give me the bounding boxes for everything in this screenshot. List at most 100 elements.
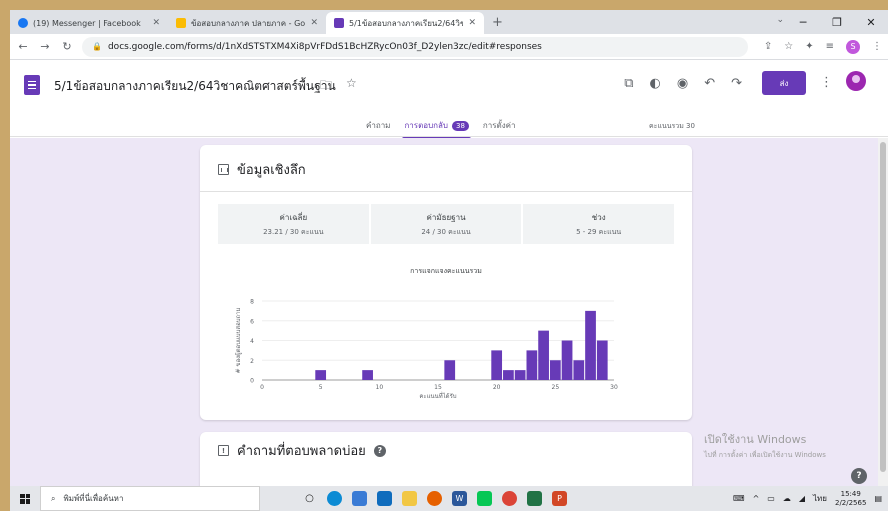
start-button[interactable] xyxy=(10,493,40,504)
tab-responses[interactable]: การตอบกลับ 38 xyxy=(402,119,472,140)
clock[interactable]: 15:49 2/2/2565 xyxy=(835,490,866,508)
chrome-icon[interactable] xyxy=(502,491,517,506)
share-icon[interactable]: ⇪ xyxy=(764,41,772,52)
question-icon: ! xyxy=(218,445,229,456)
browser-menu-icon[interactable]: ⋮ xyxy=(872,41,882,52)
close-window-icon[interactable]: ✕ xyxy=(854,16,888,29)
browser-toolbar: ← → ↻ 🔒 docs.google.com/forms/d/1nXdSTST… xyxy=(10,34,888,60)
taskbar-search[interactable]: ⌕ พิมพ์ที่นี่เพื่อค้นหา xyxy=(40,486,260,511)
x-axis-label: คะแนนที่ได้รับ xyxy=(419,392,456,400)
histogram-bar xyxy=(561,340,573,380)
language-indicator[interactable]: ไทย xyxy=(813,492,827,505)
undo-icon[interactable]: ↶ xyxy=(704,76,715,91)
google-forms-logo[interactable] xyxy=(24,75,40,95)
folder-icon[interactable]: 🗀 xyxy=(320,76,332,97)
addon-icon[interactable]: ⧉ xyxy=(624,76,633,91)
facebook-icon xyxy=(18,18,28,28)
tab-questions[interactable]: คำถาม xyxy=(366,119,390,132)
network-icon[interactable]: ☁ xyxy=(783,494,791,503)
help-icon[interactable]: ? xyxy=(373,444,386,457)
restore-icon[interactable]: ❐ xyxy=(820,16,854,29)
histogram-bar xyxy=(549,360,561,380)
close-tab-icon[interactable]: ✕ xyxy=(468,18,476,28)
powerpoint-icon[interactable]: P xyxy=(552,491,567,506)
browser-tab-messenger[interactable]: (19) Messenger | Facebook ✕ xyxy=(10,12,168,34)
star-icon[interactable]: ☆ xyxy=(346,76,357,97)
volume-icon[interactable]: ◢ xyxy=(799,494,805,503)
close-tab-icon[interactable]: ✕ xyxy=(152,18,160,28)
reload-icon[interactable]: ↻ xyxy=(60,40,74,53)
preview-eye-icon[interactable]: ◉ xyxy=(677,76,688,91)
histogram-bar xyxy=(503,370,514,380)
x-tick-label: 25 xyxy=(552,384,560,391)
line-icon[interactable] xyxy=(477,491,492,506)
x-tick-label: 15 xyxy=(434,384,442,391)
histogram-bar xyxy=(585,310,596,380)
edge-icon[interactable] xyxy=(327,491,342,506)
watermark-line2: ไปที่ การตั้งค่า เพื่อเปิดใช้งาน Windows xyxy=(704,451,826,459)
battery-icon[interactable]: ▭ xyxy=(767,494,775,503)
main-content: ข้อมูลเชิงลึก ค่าเฉลี่ย 23.21 / 30 คะแนน… xyxy=(10,138,888,502)
histogram-bar xyxy=(514,370,526,380)
back-icon[interactable]: ← xyxy=(16,40,30,53)
word-icon[interactable]: W xyxy=(452,491,467,506)
extensions-icon[interactable]: ✦ xyxy=(805,41,813,52)
redo-icon[interactable]: ↷ xyxy=(731,76,742,91)
address-bar[interactable]: 🔒 docs.google.com/forms/d/1nXdSTSTXM4Xi8… xyxy=(82,36,748,57)
forward-icon[interactable]: → xyxy=(38,40,52,53)
firefox-icon[interactable] xyxy=(427,491,442,506)
insights-title: ข้อมูลเชิงลึก xyxy=(237,163,306,178)
stat-value: 23.21 / 30 คะแนน xyxy=(263,227,324,236)
stat-mean: ค่าเฉลี่ย 23.21 / 30 คะแนน xyxy=(218,204,369,244)
chart-title: การแจกแจงคะแนนรวม xyxy=(410,267,482,275)
insights-card: ข้อมูลเชิงลึก ค่าเฉลี่ย 23.21 / 30 คะแนน… xyxy=(200,145,692,420)
minimize-icon[interactable]: ─ xyxy=(786,16,820,29)
time: 15:49 xyxy=(840,489,861,498)
histogram-bar xyxy=(573,360,585,380)
histogram-bar xyxy=(526,350,538,380)
form-tabs: คำถาม การตอบกลับ 38 การตั้งค่า xyxy=(366,119,516,140)
url-text: docs.google.com/forms/d/1nXdSTSTXM4Xi8pV… xyxy=(107,41,542,52)
bookmark-star-icon[interactable]: ☆ xyxy=(784,41,793,52)
notifications-icon[interactable]: ▤ xyxy=(874,494,882,503)
scrollbar[interactable] xyxy=(878,138,888,486)
forms-header: 5/1ข้อสอบกลางภาคเรียน2/64วิชาคณิตศาสตร์พ… xyxy=(10,61,888,140)
windows-activation-watermark: เปิดใช้งาน Windows ไปที่ การตั้งค่า เพื่… xyxy=(704,430,826,461)
task-view-icon[interactable]: ○ xyxy=(302,491,317,506)
store-icon[interactable] xyxy=(352,491,367,506)
system-tray: ⌨ ^ ▭ ☁ ◢ ไทย 15:49 2/2/2565 ▤ xyxy=(733,490,888,508)
browser-tab-forms[interactable]: 5/1ข้อสอบกลางภาคเรียน2/64วิชาคณิ ✕ xyxy=(326,12,484,34)
watermark-line1: เปิดใช้งาน Windows xyxy=(704,433,807,446)
send-button[interactable]: ส่ง xyxy=(762,71,806,95)
y-tick-label: 4 xyxy=(250,338,254,345)
tab-title: ข้อสอบกลางภาค ปลายภาค - Google xyxy=(191,18,306,28)
histogram-bar xyxy=(491,350,503,380)
forms-icon xyxy=(334,18,344,28)
tab-settings[interactable]: การตั้งค่า xyxy=(483,119,516,132)
close-tab-icon[interactable]: ✕ xyxy=(310,18,318,28)
lock-icon: 🔒 xyxy=(92,42,102,51)
tab-responses-label: การตอบกลับ xyxy=(404,121,448,130)
chevron-up-icon[interactable]: ^ xyxy=(753,494,760,503)
total-points: คะแนนรวม 30 xyxy=(649,122,695,130)
histogram-bar xyxy=(444,360,456,380)
y-tick-label: 8 xyxy=(250,299,254,306)
file-explorer-icon[interactable] xyxy=(402,491,417,506)
browser-tab-drive[interactable]: ข้อสอบกลางภาค ปลายภาค - Google ✕ xyxy=(168,12,326,34)
tab-title: 5/1ข้อสอบกลางภาคเรียน2/64วิชาคณิ xyxy=(349,18,464,28)
stats-row: ค่าเฉลี่ย 23.21 / 30 คะแนน ค่ามัธยฐาน 24… xyxy=(218,204,675,244)
new-tab-button[interactable]: + xyxy=(484,15,511,34)
chevron-down-icon[interactable]: ⌄ xyxy=(776,15,784,25)
stat-range: ช่วง 5 - 29 คะแนน xyxy=(523,204,675,244)
mail-icon[interactable] xyxy=(377,491,392,506)
keyboard-icon[interactable]: ⌨ xyxy=(733,494,745,503)
help-icon[interactable]: ? xyxy=(851,468,867,484)
reading-list-icon[interactable]: ≡ xyxy=(826,41,834,52)
excel-icon[interactable] xyxy=(527,491,542,506)
palette-icon[interactable]: ◐ xyxy=(650,76,661,91)
profile-avatar[interactable]: S xyxy=(846,39,860,54)
account-avatar[interactable] xyxy=(846,71,866,91)
more-options-icon[interactable]: ⋮ xyxy=(820,75,833,90)
browser-window: (19) Messenger | Facebook ✕ ข้อสอบกลางภา… xyxy=(10,10,888,511)
form-title[interactable]: 5/1ข้อสอบกลางภาคเรียน2/64วิชาคณิตศาสตร์พ… xyxy=(54,77,336,96)
